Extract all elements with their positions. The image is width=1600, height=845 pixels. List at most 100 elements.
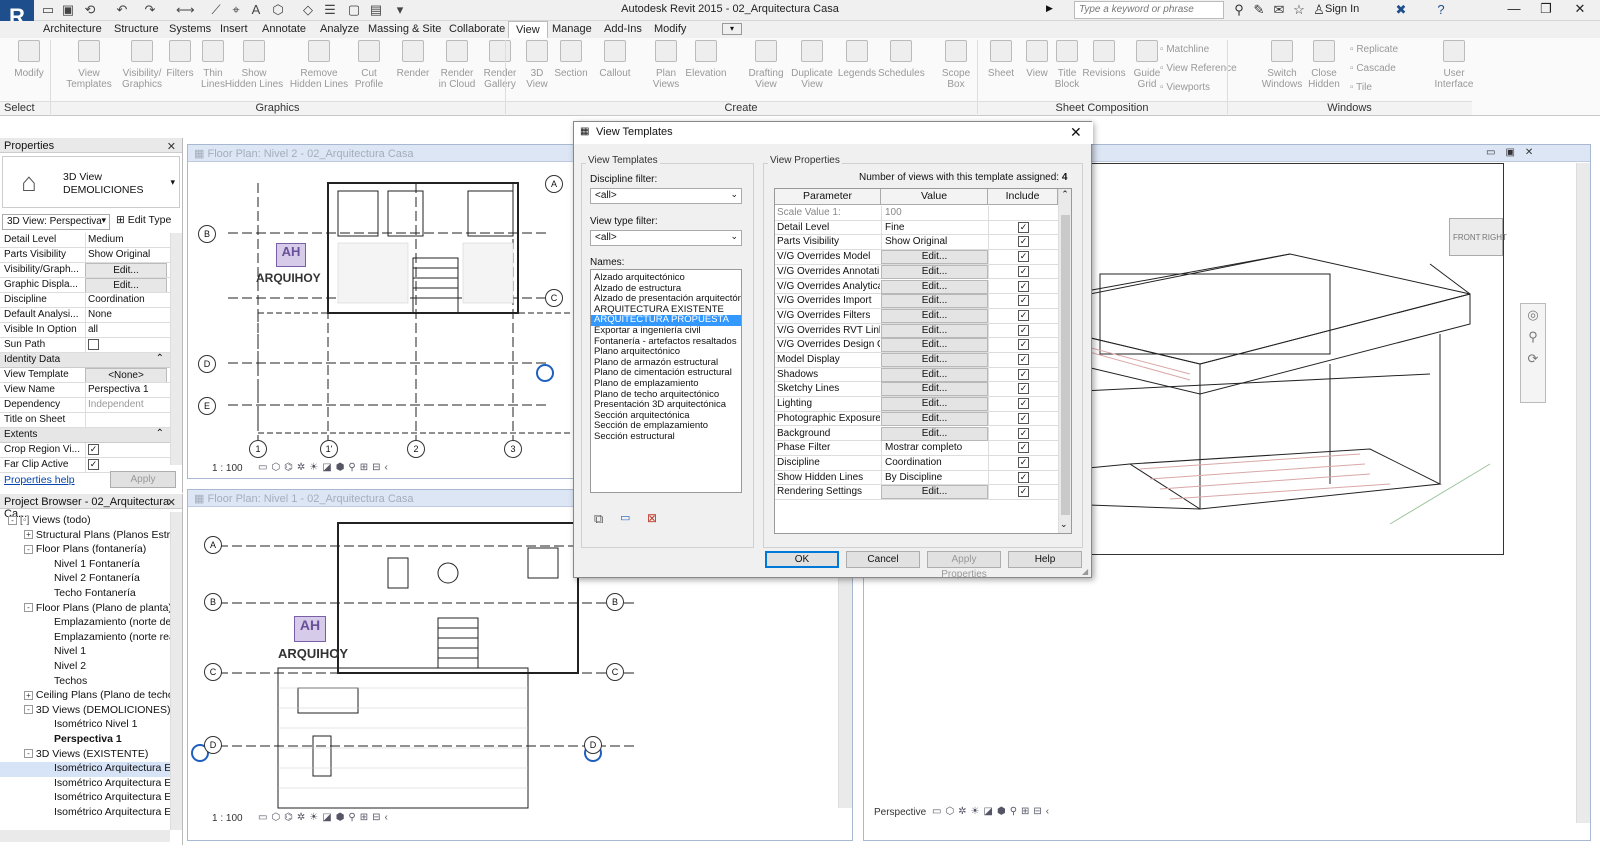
- include-checkbox[interactable]: ✓: [1018, 221, 1029, 233]
- parameter-value[interactable]: Mostrar completo: [881, 441, 988, 456]
- browser-item[interactable]: - Floor Plans (Plano de planta): [0, 602, 170, 617]
- browser-item[interactable]: Nivel 2: [0, 660, 170, 675]
- table-row[interactable]: Background Edit... ✓: [775, 426, 1058, 442]
- ribbon-button-revisions[interactable]: Revisions: [1081, 40, 1127, 79]
- table-row[interactable]: Parts Visibility Show Original ✓: [775, 235, 1058, 251]
- browser-item[interactable]: Isométrico Arquitectura Ex: [0, 777, 170, 792]
- edit-button[interactable]: Edit...: [881, 294, 988, 309]
- zoom-icon[interactable]: ⚲: [1521, 326, 1545, 348]
- scroll-down-icon[interactable]: ⌄: [1060, 519, 1068, 530]
- template-name-item[interactable]: ARQUITECTURA EXISTENTE: [591, 305, 741, 316]
- tab-add-ins[interactable]: Add-Ins: [597, 21, 649, 38]
- property-checkbox[interactable]: ✓: [88, 459, 99, 470]
- restore-icon[interactable]: ❐: [1530, 1, 1562, 17]
- template-name-item[interactable]: Alzado de presentación arquitectónica: [591, 294, 741, 305]
- include-checkbox[interactable]: ✓: [1018, 412, 1029, 424]
- edit-button[interactable]: Edit...: [881, 250, 988, 265]
- view-window-controls[interactable]: ▭▣✕: [1486, 147, 1543, 158]
- edit-button[interactable]: Edit...: [881, 308, 988, 323]
- resize-grip-icon[interactable]: ◢: [1082, 567, 1088, 576]
- switch-windows-icon[interactable]: ▤: [368, 2, 384, 18]
- ribbon-minimize-icon[interactable]: ▾: [722, 23, 742, 35]
- qat-dropdown-icon[interactable]: ▾: [392, 2, 408, 18]
- open-icon[interactable]: ▭: [40, 2, 56, 18]
- scroll-thumb[interactable]: [1061, 215, 1070, 515]
- tab-manage[interactable]: Manage: [545, 21, 599, 38]
- property-row[interactable]: Discipline Coordination: [0, 293, 170, 308]
- properties-help-link[interactable]: Properties help: [4, 474, 75, 486]
- close-hidden-icon[interactable]: ▢: [346, 2, 362, 18]
- properties-scrollbar[interactable]: [170, 233, 182, 465]
- close-icon[interactable]: ✕: [167, 496, 176, 509]
- ribbon-button-cut-profile[interactable]: Cut Profile: [346, 40, 392, 90]
- dimension-icon[interactable]: ⟋: [208, 2, 224, 18]
- view-scale[interactable]: 1 : 100: [212, 463, 243, 474]
- collapse-icon[interactable]: -: [24, 603, 33, 613]
- property-edit-button[interactable]: Edit...: [85, 263, 167, 277]
- parameter-value[interactable]: By Discipline: [881, 470, 988, 485]
- include-checkbox[interactable]: ✓: [1018, 309, 1029, 321]
- property-value[interactable]: Show Original: [85, 248, 167, 262]
- table-row[interactable]: V/G Overrides RVT Links Edit... ✓: [775, 323, 1058, 339]
- template-name-item[interactable]: Plano arquitectónico: [591, 347, 741, 358]
- view-type-filter-select[interactable]: <all> ⌄: [590, 230, 742, 246]
- include-checkbox[interactable]: ✓: [1018, 486, 1029, 498]
- property-value[interactable]: [85, 413, 167, 427]
- template-name-item[interactable]: Sección estructural: [591, 432, 741, 443]
- thin-lines-icon[interactable]: ☰: [322, 2, 338, 18]
- ribbon-button-scope-box[interactable]: Scope Box: [933, 40, 979, 90]
- browser-item[interactable]: Techo Fontanería: [0, 587, 170, 602]
- browser-item[interactable]: + Ceiling Plans (Plano de techo: [0, 689, 170, 704]
- steering-wheel-icon[interactable]: ◎: [1521, 304, 1545, 326]
- template-name-item[interactable]: Plano de emplazamiento: [591, 379, 741, 390]
- include-checkbox[interactable]: ✓: [1018, 265, 1029, 277]
- close-icon[interactable]: ✕: [167, 140, 176, 153]
- collapse-icon[interactable]: -: [8, 515, 17, 525]
- include-checkbox[interactable]: ✓: [1018, 398, 1029, 410]
- template-name-item[interactable]: Exportar a ingeniería civil: [591, 326, 741, 337]
- table-row[interactable]: Scale Value 1: 100: [775, 206, 1058, 221]
- edit-type-button[interactable]: ⊞ Edit Type: [116, 214, 171, 226]
- minimize-icon[interactable]: —: [1498, 1, 1530, 16]
- exchange-apps-icon[interactable]: ✖: [1392, 2, 1410, 18]
- ok-button[interactable]: OK: [765, 551, 839, 568]
- sync-icon[interactable]: ⟲: [82, 2, 98, 18]
- ribbon-small-button-tile[interactable]: ▫ Tile: [1350, 82, 1372, 93]
- section-identity-data[interactable]: Identity Data ⌃: [0, 353, 170, 368]
- instance-selector[interactable]: 3D View: Perspectiva ▾: [2, 214, 110, 230]
- include-checkbox[interactable]: ✓: [1018, 471, 1029, 483]
- collapse-icon[interactable]: -: [24, 544, 33, 554]
- ribbon-group-select[interactable]: Select: [0, 101, 50, 115]
- edit-button[interactable]: Edit...: [881, 279, 988, 294]
- ribbon-small-button-cascade[interactable]: ▫ Cascade: [1350, 63, 1396, 74]
- browser-item[interactable]: Nivel 1 Fontanería: [0, 558, 170, 573]
- property-row[interactable]: Graphic Displa... Edit...: [0, 278, 170, 293]
- orbit-icon[interactable]: ⟳: [1521, 348, 1545, 370]
- favorites-icon[interactable]: ☆: [1290, 2, 1308, 18]
- browser-item[interactable]: Isométrico Arquitectura Ex: [0, 762, 170, 777]
- scroll-up-icon[interactable]: ⌃: [1059, 189, 1071, 200]
- expand-icon[interactable]: +: [24, 690, 33, 700]
- edit-button[interactable]: Edit...: [881, 323, 988, 338]
- include-checkbox[interactable]: ✓: [1018, 251, 1029, 263]
- include-checkbox[interactable]: ✓: [1018, 280, 1029, 292]
- edit-button[interactable]: Edit...: [881, 338, 988, 353]
- browser-item[interactable]: - 3D Views (DEMOLICIONES): [0, 704, 170, 719]
- template-name-item[interactable]: Alzado arquitectónico: [591, 273, 741, 284]
- table-row[interactable]: Lighting Edit... ✓: [775, 397, 1058, 412]
- property-row[interactable]: Title on Sheet: [0, 413, 170, 428]
- template-name-item[interactable]: Sección arquitectónica: [591, 411, 741, 422]
- property-value[interactable]: Coordination: [85, 293, 167, 307]
- edit-button[interactable]: Edit...: [881, 353, 988, 367]
- property-edit-button[interactable]: <None>: [85, 368, 167, 382]
- include-checkbox[interactable]: ✓: [1018, 456, 1029, 468]
- property-value[interactable]: all: [85, 323, 167, 337]
- navigation-bar[interactable]: ◎ ⚲ ⟳: [1520, 303, 1546, 403]
- property-row[interactable]: Parts Visibility Show Original: [0, 248, 170, 263]
- browser-scrollbar[interactable]: [170, 512, 182, 830]
- include-checkbox[interactable]: ✓: [1018, 383, 1029, 395]
- table-row[interactable]: Phase Filter Mostrar completo ✓: [775, 441, 1058, 456]
- browser-item[interactable]: - 3D Views (EXISTENTE): [0, 748, 170, 763]
- browser-item[interactable]: - Floor Plans (fontanería): [0, 543, 170, 558]
- property-value[interactable]: Perspectiva 1: [85, 383, 167, 397]
